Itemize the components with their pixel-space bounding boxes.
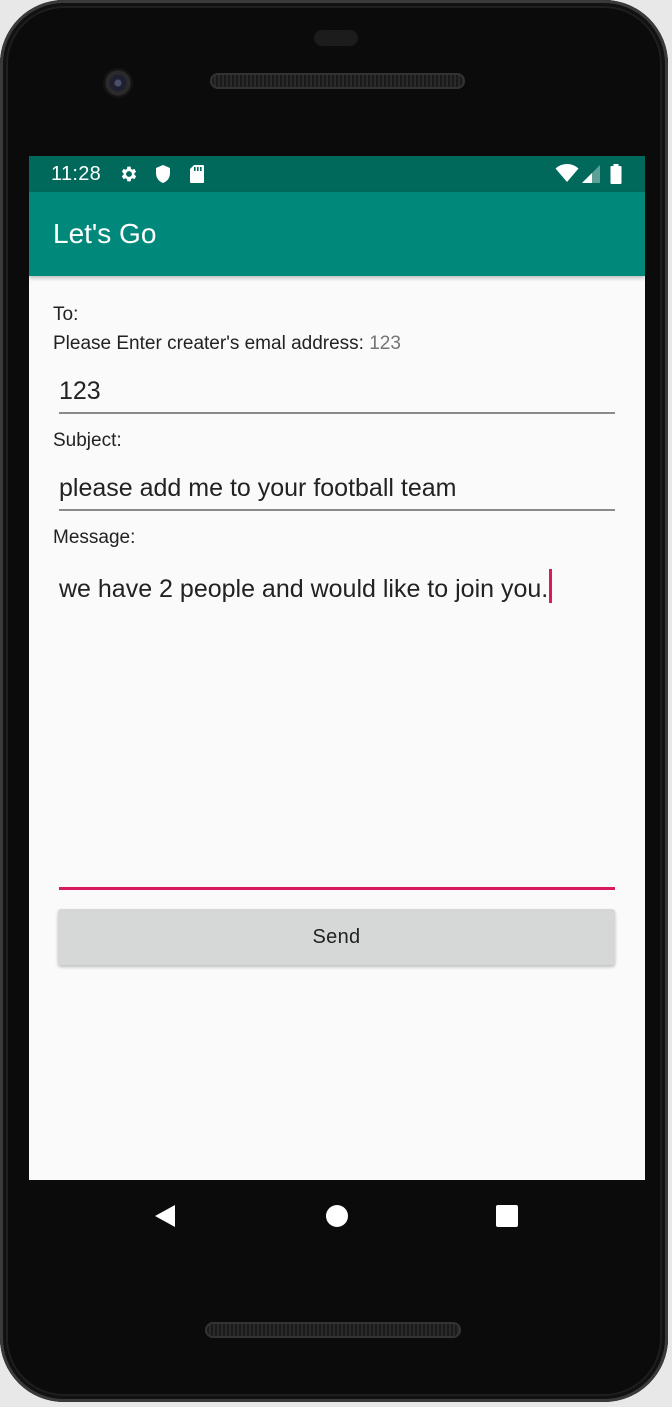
app-bar: Let's Go <box>29 192 645 276</box>
wifi-icon <box>555 164 579 184</box>
settings-icon <box>119 164 139 184</box>
cell-signal-icon <box>581 164 601 184</box>
message-field-underline <box>59 887 615 890</box>
proximity-sensor <box>314 30 358 46</box>
text-cursor <box>549 569 553 603</box>
subject-label: Subject: <box>53 430 122 451</box>
send-button[interactable]: Send <box>58 909 615 965</box>
email-prompt: Please Enter creater's emal address: 123 <box>53 333 401 355</box>
recents-icon[interactable] <box>495 1204 519 1228</box>
app-title: Let's Go <box>53 218 157 249</box>
to-label: To: <box>53 304 79 325</box>
message-label: Message: <box>53 527 136 548</box>
shield-icon <box>153 164 173 184</box>
email-prompt-value: 123 <box>369 333 401 354</box>
email-prompt-text: Please Enter creater's emal address: <box>53 333 364 354</box>
bottom-speaker <box>205 1322 461 1338</box>
email-field-underline <box>59 412 615 414</box>
back-icon[interactable] <box>153 1204 177 1228</box>
status-bar: 11:28 <box>29 156 645 192</box>
subject-field-underline <box>59 509 615 511</box>
battery-icon <box>607 164 625 184</box>
message-text: we have 2 people and would like to join … <box>59 575 549 603</box>
status-time: 11:28 <box>51 163 102 185</box>
navigation-bar <box>29 1180 645 1252</box>
message-field[interactable]: we have 2 people and would like to join … <box>59 569 615 604</box>
front-camera-icon <box>103 68 133 98</box>
sd-card-icon <box>187 164 207 184</box>
subject-field[interactable]: please add me to your football team <box>59 473 615 503</box>
home-icon[interactable] <box>325 1204 349 1228</box>
earpiece-speaker <box>210 73 465 89</box>
email-field[interactable]: 123 <box>59 376 615 406</box>
phone-frame: 11:28 Let's Go To: Please Enter creater'… <box>0 0 668 1402</box>
app-screen: 11:28 Let's Go To: Please Enter creater'… <box>29 156 645 1180</box>
